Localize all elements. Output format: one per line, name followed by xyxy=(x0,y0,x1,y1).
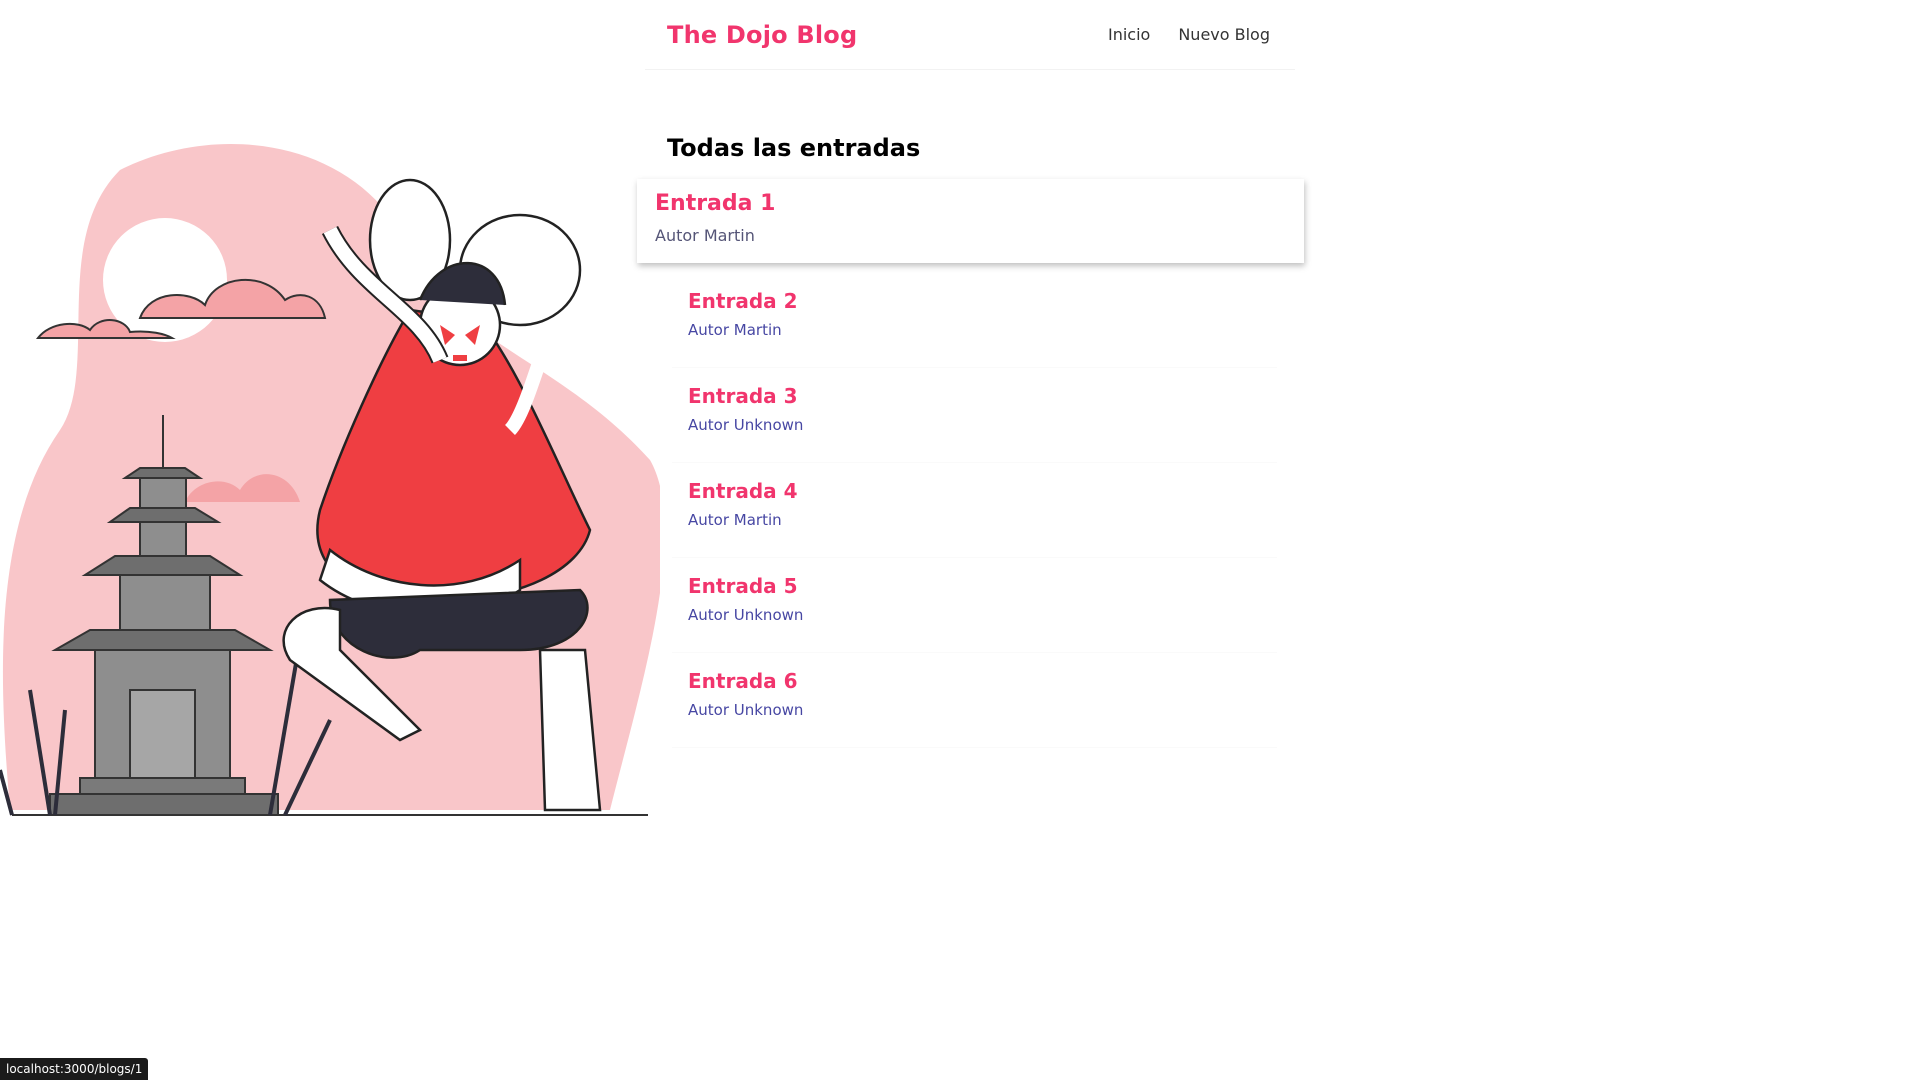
site-logo[interactable]: The Dojo Blog xyxy=(667,21,857,49)
blog-author: Autor Martin xyxy=(688,321,782,339)
blog-preview-2[interactable]: Entrada 2 Autor Martin xyxy=(672,273,1277,368)
blog-title[interactable]: Entrada 6 xyxy=(688,669,1261,693)
blog-author: Autor Unknown xyxy=(688,606,804,624)
nav-links: Inicio Nuevo Blog xyxy=(1108,25,1270,44)
blog-author: Autor Unknown xyxy=(688,701,804,719)
page-title: Todas las entradas xyxy=(667,134,921,162)
blog-title[interactable]: Entrada 5 xyxy=(688,574,1261,598)
blog-title[interactable]: Entrada 2 xyxy=(688,289,1261,313)
nav-link-nuevo-blog[interactable]: Nuevo Blog xyxy=(1178,25,1270,44)
kabuki-illustration xyxy=(0,130,660,820)
blog-preview-5[interactable]: Entrada 5 Autor Unknown xyxy=(672,558,1277,653)
blog-author: Autor Unknown xyxy=(688,416,804,434)
blog-author: Autor Martin xyxy=(688,511,782,529)
browser-status-url: localhost:3000/blogs/1 xyxy=(0,1058,149,1080)
blog-title[interactable]: Entrada 3 xyxy=(688,384,1261,408)
blog-preview-4[interactable]: Entrada 4 Autor Martin xyxy=(672,463,1277,558)
blog-title[interactable]: Entrada 1 xyxy=(655,191,1286,216)
navbar: The Dojo Blog Inicio Nuevo Blog xyxy=(645,0,1295,70)
nav-link-inicio[interactable]: Inicio xyxy=(1108,25,1150,44)
blog-author: Autor Martin xyxy=(655,226,755,245)
blog-preview-1[interactable]: Entrada 1 Autor Martin xyxy=(637,179,1304,263)
blog-title[interactable]: Entrada 4 xyxy=(688,479,1261,503)
blog-preview-6[interactable]: Entrada 6 Autor Unknown xyxy=(672,653,1277,748)
blog-preview-3[interactable]: Entrada 3 Autor Unknown xyxy=(672,368,1277,463)
blog-list-section: Todas las entradas Entrada 1 Autor Marti… xyxy=(645,125,1295,748)
